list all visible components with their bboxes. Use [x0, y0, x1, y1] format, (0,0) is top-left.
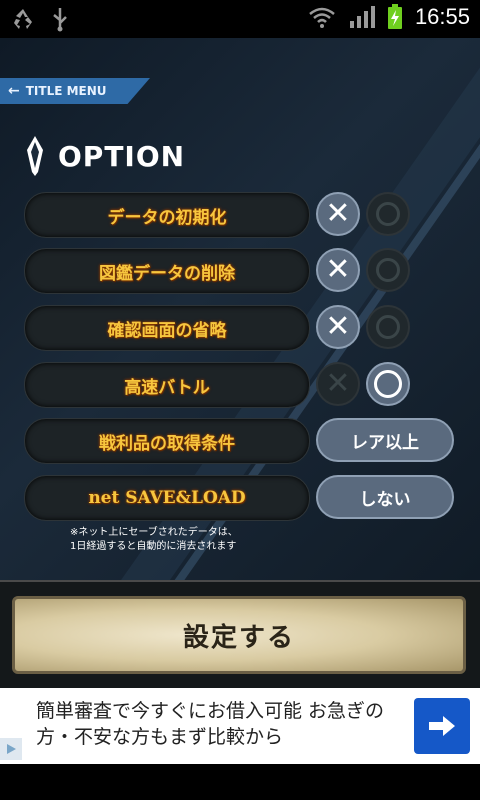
note-line: ※ネット上にセーブされたデータは、: [70, 527, 238, 538]
signal-icon: [349, 6, 375, 28]
page-title: OPTION: [24, 134, 185, 178]
ad-banner[interactable]: 簡単審査で今すぐにお借入可能 お急ぎの方・不安な方もまず比較から: [0, 688, 480, 764]
title-menu-label: TITLE MENU: [25, 84, 107, 98]
option-x-button[interactable]: ✕: [316, 192, 360, 236]
circle-icon: [376, 315, 400, 339]
option-label: 確認画面の省略: [107, 320, 227, 341]
x-icon: ✕: [325, 309, 351, 344]
note-line: 1日経過すると自動的に消去されます: [70, 541, 237, 552]
option-label: データの初期化: [107, 207, 227, 228]
option-label: net SAVE&LOAD: [88, 488, 246, 508]
option-row-skip-confirm: 確認画面の省略: [24, 305, 310, 351]
option-label: 戦利品の取得条件: [99, 433, 235, 454]
option-o-button[interactable]: [366, 305, 410, 349]
option-row-reset-data: データの初期化: [24, 192, 310, 238]
loot-condition-select[interactable]: レア以上: [316, 418, 454, 462]
bottom-bar: [0, 764, 480, 800]
option-label: 図鑑データの削除: [99, 263, 235, 284]
note-text: ※ネット上にセーブされたデータは、 1日経過すると自動的に消去されます: [70, 526, 238, 554]
status-bar: 16:55: [0, 0, 480, 38]
net-save-load-select[interactable]: しない: [316, 475, 454, 519]
back-arrow-icon: ←: [8, 83, 20, 99]
recycle-icon: [14, 9, 32, 29]
circle-icon: [376, 258, 400, 282]
ad-text[interactable]: 簡単審査で今すぐにお借入可能 お急ぎの方・不安な方もまず比較から: [36, 698, 406, 750]
arrow-right-icon: [429, 716, 455, 736]
option-x-button[interactable]: ✕: [316, 248, 360, 292]
circle-icon: [374, 370, 402, 398]
option-x-button[interactable]: ✕: [316, 305, 360, 349]
ad-arrow-button[interactable]: [414, 698, 470, 754]
footer: 設定する: [0, 580, 480, 688]
x-icon: ✕: [325, 366, 351, 401]
circle-icon: [376, 202, 400, 226]
title-menu-button[interactable]: ← TITLE MENU: [0, 78, 150, 104]
option-o-button[interactable]: [366, 248, 410, 292]
option-label: 高速バトル: [124, 377, 210, 398]
clock: 16:55: [414, 4, 470, 29]
usb-icon: [53, 8, 67, 32]
confirm-settings-button[interactable]: 設定する: [12, 596, 466, 674]
option-row-fast-battle: 高速バトル: [24, 362, 310, 408]
x-icon: ✕: [325, 252, 351, 287]
x-icon: ✕: [325, 196, 351, 231]
crystal-icon: [27, 136, 43, 176]
option-o-button[interactable]: [366, 192, 410, 236]
game-area: ← TITLE MENU OPTION データの初期化 ✕ 図鑑データの削除 ✕…: [0, 38, 480, 688]
option-o-button[interactable]: [366, 362, 410, 406]
wifi-icon: [309, 7, 335, 28]
battery-charging-icon: [387, 4, 402, 29]
confirm-settings-label: 設定する: [182, 622, 295, 653]
option-row-loot-condition: 戦利品の取得条件: [24, 418, 310, 464]
background-stripe: [75, 38, 480, 669]
page-title-text: OPTION: [58, 139, 186, 173]
option-row-delete-encyclopedia: 図鑑データの削除: [24, 248, 310, 294]
option-row-net-save-load: net SAVE&LOAD: [24, 475, 310, 521]
adchoices-icon[interactable]: [0, 738, 22, 760]
option-x-button[interactable]: ✕: [316, 362, 360, 406]
